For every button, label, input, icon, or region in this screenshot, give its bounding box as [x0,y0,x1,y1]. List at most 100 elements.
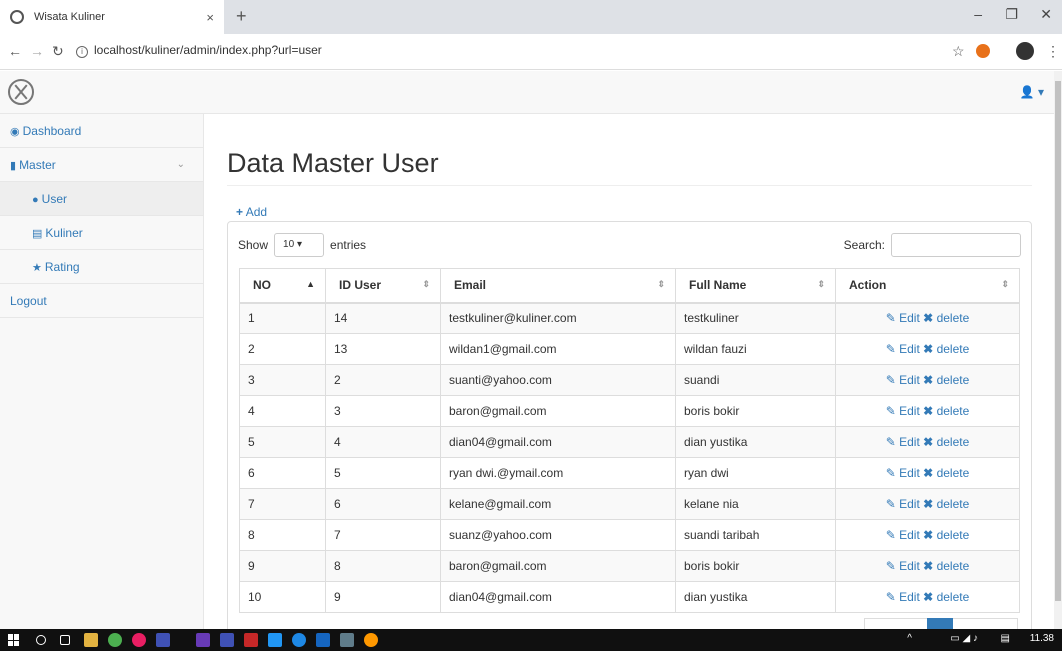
delete-button[interactable]: ✖ delete [923,342,969,356]
pagination [864,618,1018,630]
file-explorer-icon[interactable] [84,633,98,647]
app-icon[interactable] [340,633,354,647]
url-field[interactable]: i localhost/kuliner/admin/index.php?url=u… [76,43,322,58]
windows-start-icon[interactable] [8,634,20,646]
filezilla-icon[interactable] [244,633,258,647]
user-icon: ● [32,194,39,206]
edit-button[interactable]: ✎ Edit [886,528,920,542]
sidebar-item-kuliner[interactable]: ▤ Kuliner [0,216,203,250]
sidebar-item-logout[interactable]: Logout [0,284,203,318]
edit-label: Edit [899,466,920,480]
cell-no: 3 [239,364,326,396]
search-input[interactable] [891,233,1021,257]
sidebar-item-rating[interactable]: ★ Rating [0,250,203,284]
paint-icon[interactable] [364,633,378,647]
edit-button[interactable]: ✎ Edit [886,311,920,325]
delete-label: delete [936,373,970,387]
app-icon[interactable] [268,633,282,647]
cell-full-name: dian yustika [675,581,836,613]
scrollbar-thumb[interactable] [1055,81,1061,601]
cell-no: 2 [239,333,326,365]
edit-button[interactable]: ✎ Edit [886,435,920,449]
app-icon[interactable] [196,633,210,647]
clock[interactable]: 11.38 [1030,633,1054,644]
user-icon: 👤 [1019,85,1035,99]
column-header-action[interactable]: Action ⇕ [835,268,1020,304]
edit-button[interactable]: ✎ Edit [886,559,920,573]
bookmark-star-icon[interactable]: ☆ [952,43,965,60]
add-button[interactable]: + Add [236,205,267,219]
cell-action: ✎ Edit ✖ delete [835,364,1020,396]
edit-button[interactable]: ✎ Edit [886,497,920,511]
cell-email: baron@gmail.com [440,550,676,582]
cell-no: 6 [239,457,326,489]
search-label: Search: [843,238,885,252]
page-scrollbar[interactable] [1054,71,1062,629]
edit-button[interactable]: ✎ Edit [886,342,920,356]
delete-x-icon: ✖ [923,311,934,326]
browser-tab[interactable]: Wisata Kuliner × [0,0,224,34]
word-icon[interactable] [316,633,330,647]
edit-button[interactable]: ✎ Edit [886,590,920,604]
delete-button[interactable]: ✖ delete [923,466,969,480]
tray-chevron-icon[interactable]: ^ [907,633,912,644]
delete-button[interactable]: ✖ delete [923,404,969,418]
menu-dots-icon[interactable]: ⋮ [1046,43,1060,60]
delete-button[interactable]: ✖ delete [923,590,969,604]
show-label: Show [238,238,269,252]
visual-studio-icon[interactable] [220,633,234,647]
forward-arrow-icon[interactable]: → [30,43,44,59]
add-label: Add [245,205,268,219]
delete-label: delete [936,466,970,480]
table-header-row: NO ▲ ID User ⇕ Email ⇕ Full Name ⇕ Action ⇕ [239,268,1020,304]
cell-full-name: kelane nia [675,488,836,520]
extension-icon[interactable] [976,44,990,58]
sidebar-item-label: Dashboard [22,124,82,138]
delete-x-icon: ✖ [923,590,934,604]
delete-button[interactable]: ✖ delete [923,528,969,542]
chrome-icon[interactable] [108,633,122,647]
maximize-button[interactable]: ❐ [1005,6,1018,23]
cell-id-user: 6 [325,488,441,520]
tab-close-icon[interactable]: × [206,10,214,25]
table-row: 3 2 suanti@yahoo.com suandi ✎ Edit ✖ delete [239,364,1020,396]
delete-button[interactable]: ✖ delete [923,435,969,449]
delete-button[interactable]: ✖ delete [923,559,969,573]
sort-icon: ⇕ [657,279,665,289]
column-header-email[interactable]: Email ⇕ [440,268,676,304]
sidebar-item-user[interactable]: ● User [0,182,203,216]
divider [227,185,1032,186]
delete-button[interactable]: ✖ delete [923,311,969,325]
edit-button[interactable]: ✎ Edit [886,404,920,418]
utensils-logo-icon[interactable] [8,79,34,105]
user-menu-dropdown[interactable]: 👤 ▾ [1020,85,1044,99]
edit-button[interactable]: ✎ Edit [886,466,920,480]
app-icon[interactable] [292,633,306,647]
sidebar-item-dashboard[interactable]: ◉ Dashboard [0,114,203,148]
column-header-full-name[interactable]: Full Name ⇕ [675,268,836,304]
bar-chart-icon: ▮ [10,160,17,172]
delete-label: delete [936,559,970,573]
edit-label: Edit [899,559,920,573]
tray-network-volume-icons[interactable]: ▭ ◢ ♪ [950,633,978,644]
app-icon[interactable] [132,633,146,647]
app-icon[interactable] [156,633,170,647]
window-close-button[interactable]: ✕ [1040,6,1052,23]
edit-button[interactable]: ✎ Edit [886,373,920,387]
column-header-no[interactable]: NO ▲ [239,268,326,304]
new-tab-button[interactable]: + [236,6,247,27]
back-arrow-icon[interactable]: ← [8,43,22,59]
notification-icon[interactable]: ▤ [1001,633,1010,644]
sidebar: ◉ Dashboard ▮ Master ⌄ ● User ▤ Kuliner ★ Rati… [0,114,204,629]
task-view-icon[interactable] [60,635,70,645]
delete-label: delete [936,435,970,449]
minimize-button[interactable]: – [974,6,982,22]
entries-select[interactable]: 10 ▾ [274,233,325,257]
reload-icon[interactable]: ↻ [52,43,64,60]
delete-button[interactable]: ✖ delete [923,373,969,387]
profile-avatar-icon[interactable] [1016,42,1034,60]
column-header-id-user[interactable]: ID User ⇕ [325,268,441,304]
delete-button[interactable]: ✖ delete [923,497,969,511]
sidebar-item-master[interactable]: ▮ Master ⌄ [0,148,203,182]
search-icon[interactable] [36,635,46,645]
